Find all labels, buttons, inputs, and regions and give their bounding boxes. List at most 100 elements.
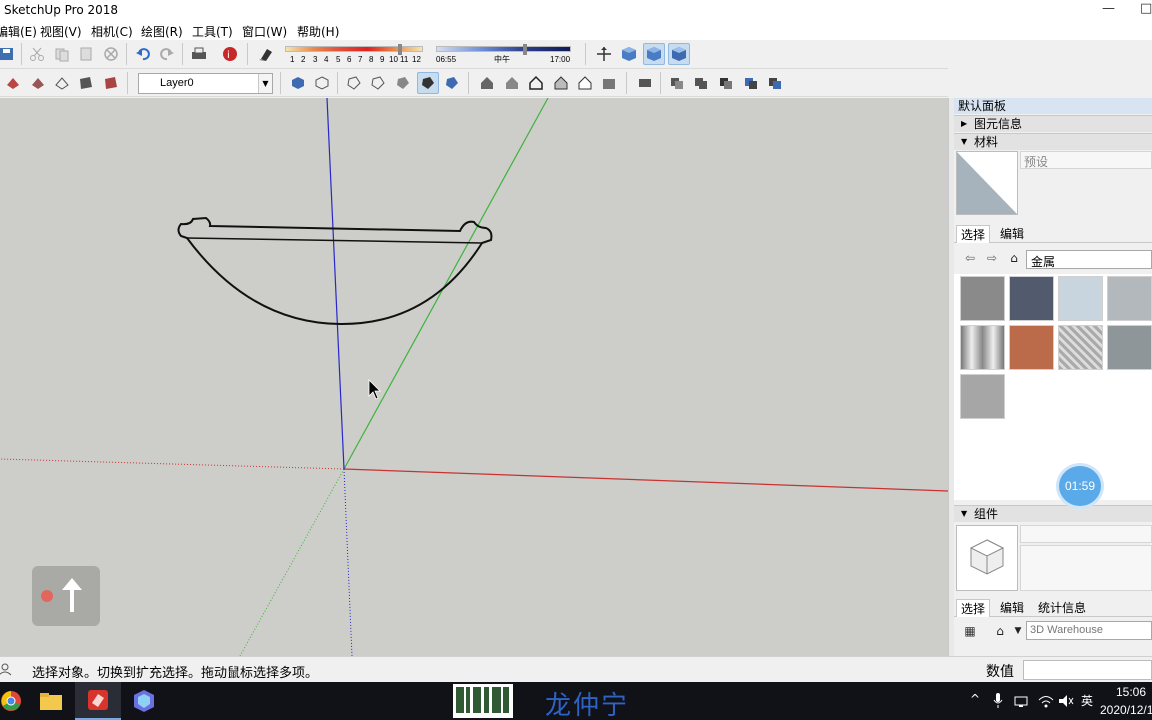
- tray-expand-icon[interactable]: ^: [970, 692, 980, 706]
- menu-help[interactable]: 帮助(H): [297, 23, 339, 40]
- hidden-line-button[interactable]: [75, 72, 97, 94]
- microphone-icon[interactable]: [993, 693, 1003, 709]
- material-category-dropdown[interactable]: 金属: [1026, 250, 1152, 269]
- display-section-cuts-button[interactable]: [643, 43, 665, 65]
- xray-style-button[interactable]: [2, 72, 24, 94]
- metal-swatch-4[interactable]: [1107, 276, 1152, 321]
- component-name-field[interactable]: [1020, 525, 1152, 543]
- view-top-button[interactable]: [311, 72, 333, 94]
- back-arrow-icon[interactable]: ⇦: [962, 250, 978, 266]
- materials-header[interactable]: ▼ 材料: [954, 133, 1152, 150]
- outer-shell-button[interactable]: [666, 72, 688, 94]
- layer-dropdown[interactable]: Layer0 ▼: [138, 73, 273, 94]
- face-style-1-button[interactable]: [476, 72, 498, 94]
- cut-button[interactable]: [26, 43, 48, 65]
- view-options-icon[interactable]: ▦: [962, 623, 978, 639]
- view-left-button[interactable]: [417, 72, 439, 94]
- menu-view[interactable]: 视图(V): [40, 23, 82, 40]
- material-name-field[interactable]: 预设: [1020, 151, 1152, 169]
- menu-tools[interactable]: 工具(T): [192, 23, 233, 40]
- slider-thumb[interactable]: [523, 44, 527, 55]
- view-right-button[interactable]: [367, 72, 389, 94]
- ime-indicator[interactable]: 英: [1081, 692, 1093, 709]
- metal-swatch-2[interactable]: [1009, 276, 1054, 321]
- component-preview[interactable]: [956, 525, 1018, 591]
- shadows-toggle-button[interactable]: [255, 43, 277, 65]
- redo-button[interactable]: [156, 43, 178, 65]
- component-description-field[interactable]: [1020, 545, 1152, 591]
- home-icon[interactable]: ⌂: [992, 623, 1008, 639]
- view-front-button[interactable]: [343, 72, 365, 94]
- drawing-viewport[interactable]: [0, 98, 948, 656]
- erase-button[interactable]: [100, 43, 122, 65]
- face-style-6-button[interactable]: [598, 72, 620, 94]
- metal-swatch-8[interactable]: [1107, 325, 1152, 370]
- solid-tool-button[interactable]: [634, 72, 656, 94]
- tab-select[interactable]: 选择: [956, 225, 991, 243]
- print-button[interactable]: [188, 43, 210, 65]
- metal-swatch-7[interactable]: [1058, 325, 1103, 370]
- face-style-5-button[interactable]: [574, 72, 596, 94]
- minimize-button[interactable]: —: [1102, 1, 1115, 16]
- undo-button[interactable]: [132, 43, 154, 65]
- user-icon[interactable]: [0, 662, 12, 676]
- metal-swatch-1[interactable]: [960, 276, 1005, 321]
- tab-edit[interactable]: 编辑: [996, 599, 1028, 617]
- copy-button[interactable]: [51, 43, 73, 65]
- view-back-button[interactable]: [392, 72, 414, 94]
- metal-swatch-3[interactable]: [1058, 276, 1103, 321]
- chevron-down-icon[interactable]: ▼: [258, 74, 272, 93]
- slider-thumb[interactable]: [398, 44, 402, 55]
- model-info-button[interactable]: i: [219, 43, 241, 65]
- maximize-button[interactable]: □: [1140, 1, 1152, 16]
- wifi-icon[interactable]: [1038, 694, 1054, 708]
- section-plane-button[interactable]: [593, 43, 615, 65]
- volume-icon[interactable]: [1058, 694, 1074, 708]
- tab-select[interactable]: 选择: [956, 599, 991, 617]
- network-icon[interactable]: [1014, 694, 1028, 708]
- clock-date[interactable]: 2020/12/1: [1100, 703, 1152, 717]
- display-section-button[interactable]: [618, 43, 640, 65]
- taskbar-app[interactable]: [121, 682, 167, 720]
- union-button[interactable]: [715, 72, 737, 94]
- menu-camera[interactable]: 相机(C): [91, 23, 133, 40]
- tab-statistics[interactable]: 统计信息: [1034, 599, 1090, 617]
- face-style-3-button[interactable]: [525, 72, 547, 94]
- display-section-fill-button[interactable]: [668, 43, 690, 65]
- face-style-4-button[interactable]: [550, 72, 572, 94]
- subtract-button[interactable]: [740, 72, 762, 94]
- floating-upload-widget[interactable]: [32, 566, 100, 626]
- face-style-2-button[interactable]: [501, 72, 523, 94]
- taskbar-sketchup[interactable]: [75, 682, 121, 720]
- menu-draw[interactable]: 绘图(R): [141, 23, 183, 40]
- metal-swatch-9[interactable]: [960, 374, 1005, 419]
- tab-edit[interactable]: 编辑: [996, 225, 1028, 243]
- home-icon[interactable]: ⌂: [1006, 250, 1022, 266]
- view-iso-button[interactable]: [287, 72, 309, 94]
- view-bottom-button[interactable]: [441, 72, 463, 94]
- recording-timer[interactable]: 01:59: [1059, 466, 1101, 506]
- back-edges-button[interactable]: [27, 72, 49, 94]
- wireframe-button[interactable]: [51, 72, 73, 94]
- taskbar-file-explorer[interactable]: [28, 682, 74, 720]
- shaded-button[interactable]: [100, 72, 122, 94]
- material-preview[interactable]: [956, 151, 1018, 215]
- intersect-button[interactable]: [690, 72, 712, 94]
- menu-window[interactable]: 窗口(W): [242, 23, 287, 40]
- measurements-box[interactable]: [1023, 660, 1152, 680]
- save-button[interactable]: [0, 43, 18, 65]
- entity-info-header[interactable]: ▶ 图元信息: [954, 115, 1152, 132]
- trim-button[interactable]: [764, 72, 786, 94]
- scene-canvas[interactable]: [0, 98, 948, 656]
- bowl-rim-edge[interactable]: [186, 237, 483, 244]
- paste-button[interactable]: [75, 43, 97, 65]
- components-header[interactable]: ▼ 组件: [954, 505, 1152, 522]
- metal-swatch-5[interactable]: [960, 325, 1005, 370]
- forward-arrow-icon[interactable]: ⇨: [984, 250, 1000, 266]
- menu-edit[interactable]: 编辑(E): [0, 23, 37, 40]
- shadow-month-slider[interactable]: [285, 44, 423, 55]
- shadow-time-slider[interactable]: [436, 44, 571, 55]
- warehouse-search-field[interactable]: 3D Warehouse: [1026, 621, 1152, 640]
- chevron-down-icon[interactable]: ▼: [1010, 623, 1026, 639]
- metal-swatch-6[interactable]: [1009, 325, 1054, 370]
